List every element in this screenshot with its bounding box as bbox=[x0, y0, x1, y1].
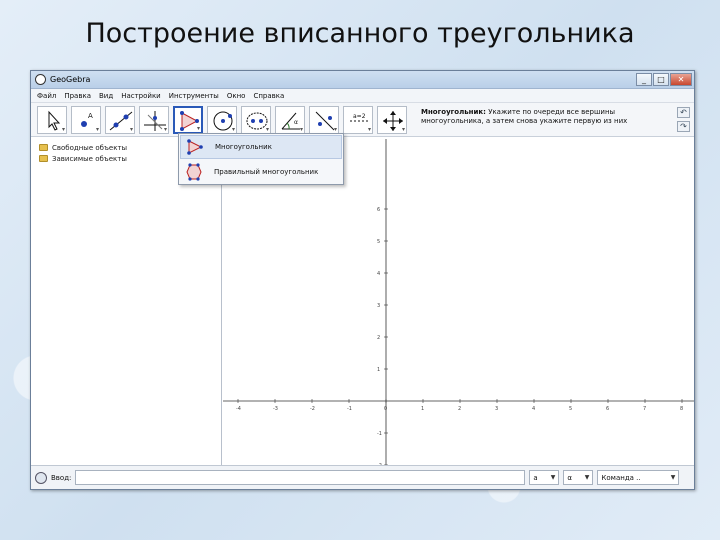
geogebra-window: GeoGebra _ □ ✕ Файл Правка Вид Настройки… bbox=[30, 70, 695, 490]
svg-text:α: α bbox=[294, 119, 298, 126]
x-tick-label: -3 bbox=[273, 406, 278, 412]
x-tick-label: 6 bbox=[606, 406, 609, 412]
chevron-down-icon: ▼ bbox=[670, 474, 676, 481]
y-tick-label: 1 bbox=[377, 367, 380, 373]
menu-tools[interactable]: Инструменты bbox=[169, 92, 219, 100]
input-bar: Ввод: a ▼ α ▼ Команда .. ▼ bbox=[31, 465, 694, 489]
line-tool-button[interactable]: ▾ bbox=[105, 105, 135, 134]
perpendicular-tool-button[interactable]: ▾ bbox=[139, 105, 169, 134]
maximize-button[interactable]: □ bbox=[653, 73, 669, 86]
regular-polygon-icon bbox=[184, 162, 204, 182]
move-tool-button[interactable]: ▾ bbox=[37, 105, 67, 134]
menu-window[interactable]: Окно bbox=[227, 92, 246, 100]
slide-title: Построение вписанного треугольника bbox=[85, 18, 635, 49]
angle-tool-button[interactable]: α ▾ bbox=[275, 105, 305, 134]
title-bar: GeoGebra _ □ ✕ bbox=[31, 71, 694, 89]
chevron-down-icon: ▼ bbox=[550, 474, 556, 481]
y-tick-label: 6 bbox=[377, 207, 380, 213]
x-tick-label: 5 bbox=[569, 406, 572, 412]
close-button[interactable]: ✕ bbox=[670, 73, 692, 86]
chevron-down-icon: ▼ bbox=[584, 474, 590, 481]
x-tick-label: -2 bbox=[310, 406, 315, 412]
x-tick-label: 4 bbox=[532, 406, 535, 412]
slider-tool-button[interactable]: a=2 ▾ bbox=[343, 105, 373, 134]
dropdown-item-label: Правильный многоугольник bbox=[214, 168, 319, 176]
polygon-icon bbox=[185, 137, 205, 157]
geogebra-logo-icon bbox=[35, 74, 46, 85]
undo-icon[interactable]: ↶ bbox=[677, 107, 690, 118]
select-value: a bbox=[533, 473, 538, 482]
algebra-view: Свободные объекты Зависимые объекты bbox=[31, 139, 222, 465]
menu-view[interactable]: Вид bbox=[99, 92, 113, 100]
y-tick-label: 2 bbox=[377, 335, 380, 341]
toolbar: ▾ A ▾ ▾ ▾ ▾ ▾ ▾ α ▾ ▾ a=2 ▾ ▾ Многоуголь… bbox=[31, 103, 694, 137]
y-tick-label: -1 bbox=[377, 431, 382, 437]
symbol-select-a[interactable]: a ▼ bbox=[529, 470, 560, 485]
tool-help-title: Многоугольник: bbox=[421, 108, 486, 116]
y-tick-label: 3 bbox=[377, 303, 380, 309]
menu-help[interactable]: Справка bbox=[253, 92, 284, 100]
tree-item-label: Зависимые объекты bbox=[52, 154, 127, 163]
tree-item-label: Свободные объекты bbox=[52, 143, 128, 152]
folder-icon bbox=[39, 144, 48, 151]
y-tick-label: 4 bbox=[377, 271, 380, 277]
minimize-button[interactable]: _ bbox=[636, 73, 652, 86]
folder-icon bbox=[39, 155, 48, 162]
x-tick-label: 2 bbox=[458, 406, 461, 412]
x-tick-label: -1 bbox=[347, 406, 352, 412]
redo-icon[interactable]: ↷ bbox=[677, 121, 690, 132]
reflect-tool-button[interactable]: ▾ bbox=[309, 105, 339, 134]
graphics-view[interactable]: -4-3-2-101234567854321-1-26 bbox=[223, 139, 694, 465]
polygon-tool-button[interactable]: ▾ bbox=[173, 105, 203, 134]
select-value: Команда .. bbox=[601, 473, 641, 482]
move-view-tool-button[interactable]: ▾ bbox=[377, 105, 407, 134]
svg-text:a=2: a=2 bbox=[353, 113, 366, 120]
undo-redo: ↶ ↷ bbox=[677, 107, 690, 132]
circle-tool-button[interactable]: ▾ bbox=[207, 105, 237, 134]
y-tick-label: 5 bbox=[377, 239, 380, 245]
tool-help-text: Многоугольник: Укажите по очереди все ве… bbox=[421, 108, 661, 126]
x-tick-label: 0 bbox=[384, 406, 387, 412]
window-title: GeoGebra bbox=[50, 75, 91, 84]
select-value: α bbox=[567, 473, 573, 482]
x-tick-label: 7 bbox=[643, 406, 646, 412]
input-label: Ввод: bbox=[51, 473, 72, 482]
dropdown-item-label: Многоугольник bbox=[215, 143, 272, 151]
x-tick-label: 1 bbox=[421, 406, 424, 412]
point-tool-button[interactable]: A ▾ bbox=[71, 105, 101, 134]
window-controls: _ □ ✕ bbox=[636, 73, 692, 86]
input-field[interactable] bbox=[75, 470, 526, 485]
svg-text:A: A bbox=[88, 112, 93, 120]
polygon-tool-dropdown: Многоугольник Правильный многоугольник bbox=[178, 133, 344, 185]
x-tick-label: -4 bbox=[236, 406, 241, 412]
coordinate-axes: -4-3-2-101234567854321-1-26 bbox=[223, 139, 694, 465]
command-select[interactable]: Команда .. ▼ bbox=[597, 470, 680, 485]
x-tick-label: 3 bbox=[495, 406, 498, 412]
input-help-icon[interactable] bbox=[35, 471, 47, 484]
menu-edit[interactable]: Правка bbox=[64, 92, 91, 100]
dropdown-item-polygon[interactable]: Многоугольник bbox=[180, 135, 342, 159]
conic-tool-button[interactable]: ▾ bbox=[241, 105, 271, 134]
dropdown-item-regular-polygon[interactable]: Правильный многоугольник bbox=[180, 160, 342, 184]
symbol-select-b[interactable]: α ▼ bbox=[563, 470, 594, 485]
x-tick-label: 8 bbox=[680, 406, 683, 412]
menu-options[interactable]: Настройки bbox=[121, 92, 161, 100]
menu-bar: Файл Правка Вид Настройки Инструменты Ок… bbox=[31, 89, 694, 103]
menu-file[interactable]: Файл bbox=[37, 92, 56, 100]
